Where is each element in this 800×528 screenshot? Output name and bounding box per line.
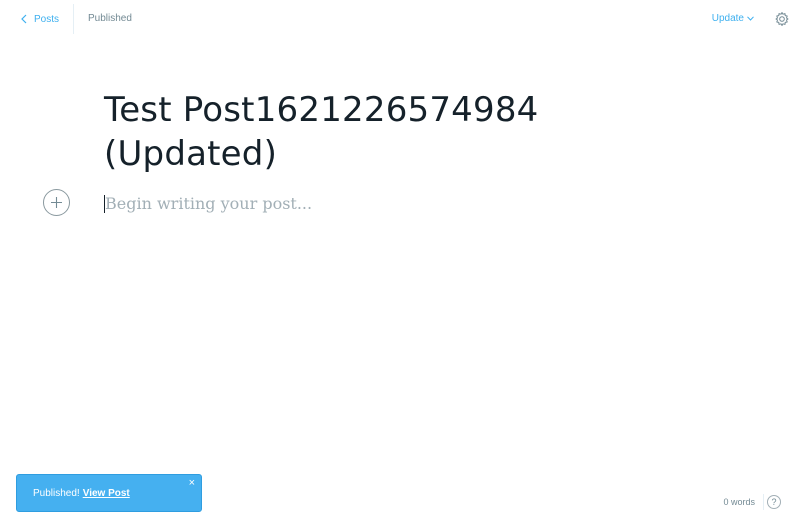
editor-app: Posts Published Update Test Post16212265… [0, 0, 800, 528]
plus-icon [51, 197, 62, 208]
notification-message: Published! [33, 488, 80, 499]
post-status: Published [88, 13, 132, 24]
editor-header: Posts Published Update [0, 0, 800, 38]
back-to-posts-link[interactable]: Posts [20, 10, 59, 28]
chevron-left-icon [21, 14, 27, 24]
post-title-line1: Test Post1621226574984 [104, 90, 539, 130]
post-title[interactable]: Test Post1621226574984 (Updated) [104, 88, 664, 176]
update-button[interactable]: Update [712, 13, 754, 24]
footer-divider [763, 494, 764, 510]
header-divider [73, 4, 74, 34]
add-card-button[interactable] [43, 189, 70, 216]
chevron-down-icon [747, 16, 754, 21]
gear-icon [775, 12, 789, 26]
update-button-label: Update [711, 13, 744, 24]
help-button[interactable]: ? [767, 495, 781, 509]
post-title-line2: (Updated) [104, 134, 278, 174]
view-post-link[interactable]: View Post [83, 488, 130, 499]
word-count: 0 words [723, 497, 755, 507]
notification-text: Published! View Post [33, 488, 130, 499]
close-icon[interactable]: × [189, 478, 195, 489]
back-link-label: Posts [34, 13, 60, 25]
post-body-editor[interactable]: Begin writing your post... [105, 193, 665, 215]
publish-notification: Published! View Post × [16, 474, 202, 512]
question-icon: ? [771, 497, 777, 507]
settings-button[interactable] [774, 11, 790, 27]
